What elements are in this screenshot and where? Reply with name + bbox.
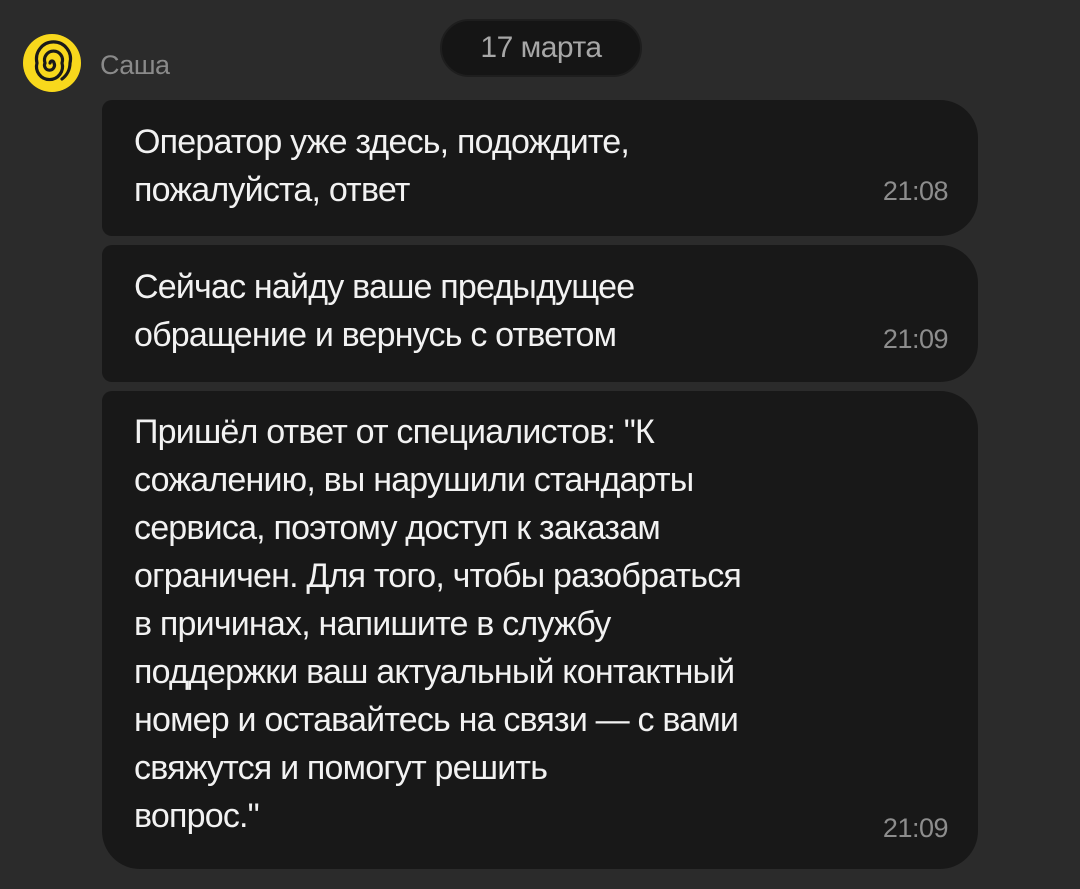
message-time: 21:09 — [882, 813, 949, 843]
sender-name: Саша — [100, 50, 170, 80]
message-bubble[interactable]: Сейчас найду ваше предыдущее обращение и… — [102, 245, 978, 382]
message-text: Сейчас найду ваше предыдущее обращение и… — [134, 268, 635, 354]
message-bubble[interactable]: Оператор уже здесь, подождите, пожалуйст… — [102, 100, 978, 236]
sender-avatar[interactable] — [22, 33, 82, 93]
yandex-spiral-icon — [23, 34, 81, 92]
message-bubble[interactable]: Пришёл ответ от специалистов: "К сожален… — [102, 391, 978, 869]
message-text: Пришёл ответ от специалистов: "К сожален… — [134, 413, 742, 835]
message-time: 21:09 — [882, 324, 949, 354]
message-time: 21:08 — [882, 176, 949, 206]
message-text: Оператор уже здесь, подождите, пожалуйст… — [134, 123, 630, 209]
date-separator: 17 марта — [440, 19, 642, 77]
